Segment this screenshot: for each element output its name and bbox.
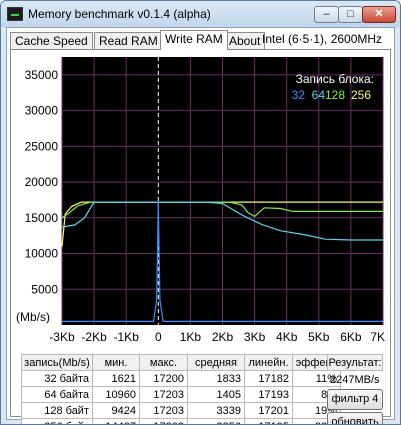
table-cell: 1833 (187, 370, 245, 387)
x-tick-label: 5Kb (308, 330, 330, 344)
window-title: Memory benchmark v0.1.4 (alpha) (28, 7, 211, 21)
result-value: 2247MB/s (330, 374, 380, 386)
table-cell: 10960 (92, 386, 140, 403)
write-ram-panel: 5000 10000 15000 20000 25000 30000 35000 -3Kb -… (10, 49, 391, 424)
table-cell: 3339 (187, 402, 245, 419)
tab-about[interactable]: About (224, 32, 266, 49)
refresh-button[interactable]: обновить (327, 412, 383, 424)
y-tick-label: 5000 (31, 282, 58, 296)
legend-entry-64: 64 (312, 88, 326, 102)
app-window: Memory benchmark v0.1.4 (alpha) ‒ □ ✕ Ca… (0, 0, 401, 425)
y-tick-label: 10000 (25, 247, 59, 261)
y-tick-labels: 5000 10000 15000 20000 25000 30000 35000 (25, 68, 59, 296)
close-button[interactable]: ✕ (362, 6, 396, 23)
row-label: 32 байта (21, 370, 93, 387)
legend-entry-32: 32 (292, 88, 306, 102)
tab-write-ram[interactable]: Write RAM (160, 30, 228, 50)
table-header: средняя (187, 354, 245, 371)
x-tick-label: 1Kb (180, 330, 202, 344)
y-tick-label: 15000 (25, 211, 59, 225)
legend-entry-128: 128 (325, 88, 345, 102)
x-tick-label: 2Kb (212, 330, 234, 344)
table-cell: 1621 (92, 370, 140, 387)
x-tick-label: -2Kb (81, 330, 107, 344)
legend-title: Запись блока: (296, 72, 374, 86)
speed-chart: 5000100001500020000250003000035000 -3Kb -… (16, 57, 385, 344)
table-cell: 1405 (187, 386, 245, 403)
table-cell: 17201 (244, 402, 293, 419)
tab-cache-speed[interactable]: Cache Speed (10, 32, 93, 49)
x-tick-label: -1Kb (114, 330, 140, 344)
result-label: Результат: (327, 354, 383, 371)
y-tick-label: 30000 (25, 104, 59, 118)
filter-button[interactable]: фильтр 4 (327, 389, 383, 410)
x-tick-label: 6Kb (340, 330, 362, 344)
y-axis-label: (Mb/s) (16, 310, 50, 324)
table-cell: 17200 (139, 370, 188, 387)
table-header: макс. (139, 354, 188, 371)
legend-entry-256: 256 (351, 88, 371, 102)
table-cell: 17203 (139, 402, 188, 419)
x-tick-label: 7K (370, 330, 385, 344)
table-cell: 17203 (139, 386, 188, 403)
y-tick-label: 35000 (25, 68, 59, 82)
table-header: запись(Mb/s) (21, 354, 93, 371)
table-cell: 17195 (244, 418, 293, 424)
y-tick-label: 20000 (25, 175, 59, 189)
table-cell: 17182 (244, 370, 293, 387)
y-tick-label: 25000 (25, 139, 59, 153)
row-label: 256 байт (21, 418, 93, 424)
cpu-info: Intel (6·5·1), 2600MHz (262, 32, 383, 46)
chart-legend: 32 64 128 256 (292, 88, 372, 102)
title-bar[interactable]: Memory benchmark v0.1.4 (alpha) ‒ □ ✕ (1, 1, 400, 27)
table-cell: 17203 (139, 418, 188, 424)
app-icon (7, 7, 23, 21)
row-label: 128 байт (21, 402, 93, 419)
x-tick-labels: -3Kb -2Kb -1Kb 0 1Kb 2Kb 3Kb 4Kb 5Kb 6Kb 7K (49, 330, 385, 344)
minimize-button[interactable]: ‒ (314, 6, 339, 23)
table-cell: 14427 (92, 418, 140, 424)
table-cell: 17193 (244, 386, 293, 403)
table-cell: 3856 (187, 418, 245, 424)
tab-read-ram[interactable]: Read RAM (94, 32, 163, 49)
table-header: линейн. (244, 354, 293, 371)
client-area: Cache Speed Read RAM Write RAM About Int… (6, 27, 395, 424)
maximize-button[interactable]: □ (338, 6, 363, 23)
table-cell: 9424 (92, 402, 140, 419)
table-header: мин. (92, 354, 140, 371)
row-label: 64 байта (21, 386, 93, 403)
x-tick-label: 3Kb (244, 330, 266, 344)
x-tick-label: -3Kb (49, 330, 75, 344)
x-tick-label: 0 (155, 330, 162, 344)
x-tick-label: 4Kb (276, 330, 298, 344)
